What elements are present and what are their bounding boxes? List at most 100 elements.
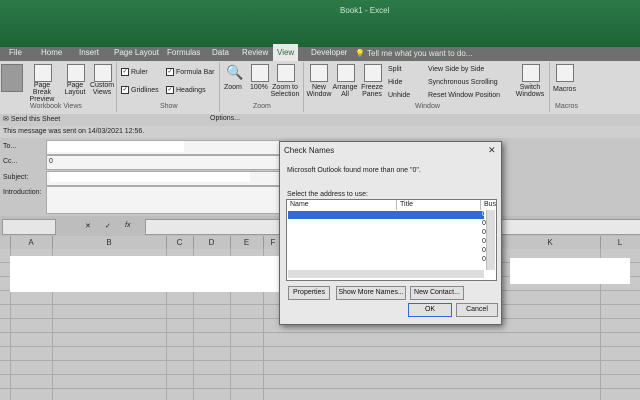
grid-line [0,346,640,347]
cancel-icon[interactable]: ✕ [85,222,91,230]
options-button[interactable]: Options... [210,115,240,122]
switch-windows-icon [522,64,540,82]
column-header-l[interactable]: L [600,236,640,249]
view-side-by-side-button[interactable]: View Side by Side [428,66,484,73]
synchronous-scrolling-button[interactable]: Synchronous Scrolling [428,79,498,86]
group-label-zoom: Zoom [253,103,271,110]
show-more-names-button[interactable]: Show More Names... [336,286,406,300]
page-break-preview-button[interactable]: Page Break Preview [26,82,58,103]
arrange-all-icon [337,64,355,82]
formula-bar-checkbox[interactable]: ✓ Formula Bar [166,68,215,76]
arrange-all-button[interactable]: Arrange All [332,84,358,98]
grid-line [0,374,640,375]
group-label-macros: Macros [555,103,578,110]
reset-window-position-button[interactable]: Reset Window Position [428,92,500,99]
zoom-to-selection-button[interactable]: Zoom to Selection [269,84,301,98]
introduction-field[interactable] [46,186,280,214]
tab-page-layout[interactable]: Page Layout [110,44,163,61]
column-header-c[interactable]: C [166,236,194,249]
window-title: Book1 - Excel [340,6,390,15]
check-icon: ✓ [166,86,174,94]
ruler-checkbox[interactable]: ✓ Ruler [121,68,148,76]
ribbon-separator [303,62,304,112]
redacted-block [48,141,184,152]
column-header-bus[interactable]: Bus [484,200,496,210]
switch-windows-button[interactable]: Switch Windows [514,84,546,98]
introduction-label: Introduction: [3,189,42,196]
cc-button[interactable]: Cc... [3,158,17,165]
headings-checkbox[interactable]: ✓ Headings [166,86,206,94]
group-label-window: Window [415,103,440,110]
custom-views-button[interactable]: Custom Views [88,82,116,96]
hide-button[interactable]: Hide [388,79,402,86]
new-window-button[interactable]: New Window [305,84,333,98]
cc-field[interactable]: 0 [46,155,280,170]
envelope-icon: ✉ [3,116,9,123]
cc-value: 0 [49,158,53,165]
tell-me-box[interactable]: 💡 Tell me what you want to do... [355,49,472,58]
tab-developer[interactable]: Developer [307,44,351,61]
sent-info-bar: This message was sent on 14/03/2021 12:5… [0,126,640,138]
ruler-label: Ruler [131,68,148,76]
dialog-title: Check Names [284,146,335,155]
grid-line [0,388,640,389]
lightbulb-icon: 💡 [355,49,365,58]
zoom-100-button[interactable]: 100% [250,84,268,91]
gridlines-checkbox[interactable]: ✓ Gridlines [121,86,159,94]
macros-button[interactable]: Macros [553,86,576,93]
tab-review[interactable]: Review [238,44,272,61]
close-icon[interactable]: ✕ [488,145,496,156]
column-header-k[interactable]: K [500,236,601,249]
gridlines-label: Gridlines [131,86,159,94]
page-layout-button[interactable]: Page Layout [63,82,87,96]
freeze-panes-icon [364,64,382,82]
normal-view-button[interactable] [1,64,23,92]
redacted-block [296,220,486,268]
name-box[interactable] [2,219,56,235]
hundred-percent-icon [251,64,269,82]
tab-insert[interactable]: Insert [75,44,103,61]
redacted-block [50,172,250,182]
ok-button[interactable]: OK [408,303,452,317]
to-button[interactable]: To... [3,143,16,150]
group-label-workbook-views: Workbook Views [30,103,82,110]
redacted-block [10,256,280,292]
new-window-icon [310,64,328,82]
split-button[interactable]: Split [388,66,402,73]
enter-icon[interactable]: ✓ [105,222,111,230]
check-icon: ✓ [121,86,129,94]
ribbon-tabs: File Home Insert Page Layout Formulas Da… [0,44,640,61]
freeze-panes-button[interactable]: Freeze Panes [358,84,386,98]
redacted-block [510,258,630,284]
unhide-button[interactable]: Unhide [388,92,410,99]
send-sheet-label: Send this Sheet [10,116,61,123]
send-sheet-button[interactable]: ✉ Send this Sheet [3,115,60,123]
sent-info-text: This message was sent on 14/03/2021 12:5… [3,128,145,135]
zoom-button[interactable]: Zoom [224,84,242,91]
tell-me-label: Tell me what you want to do... [367,49,473,58]
horizontal-scrollbar[interactable] [288,270,484,278]
column-header-name[interactable]: Name [290,200,397,210]
grid-line [0,332,640,333]
properties-button[interactable]: Properties [288,286,330,300]
title-bar [0,0,640,47]
function-icon[interactable]: fx [125,222,130,229]
vertical-scrollbar[interactable] [486,210,495,270]
page-layout-icon [67,64,85,82]
tab-formulas[interactable]: Formulas [163,44,204,61]
tab-view[interactable]: View [273,44,299,61]
column-header-d[interactable]: D [193,236,231,249]
new-contact-button[interactable]: New Contact... [410,286,464,300]
tab-data[interactable]: Data [208,44,233,61]
tab-home[interactable]: Home [37,44,66,61]
cancel-button[interactable]: Cancel [456,303,498,317]
list-item-selected[interactable] [288,211,484,219]
column-header-title[interactable]: Title [400,200,481,210]
grid-line [0,360,640,361]
column-header-a[interactable]: A [10,236,53,249]
column-header-e[interactable]: E [230,236,264,249]
column-header-b[interactable]: B [52,236,167,249]
macros-icon [556,64,574,82]
formula-bar-label: Formula Bar [176,68,215,76]
tab-file[interactable]: File [5,44,26,61]
